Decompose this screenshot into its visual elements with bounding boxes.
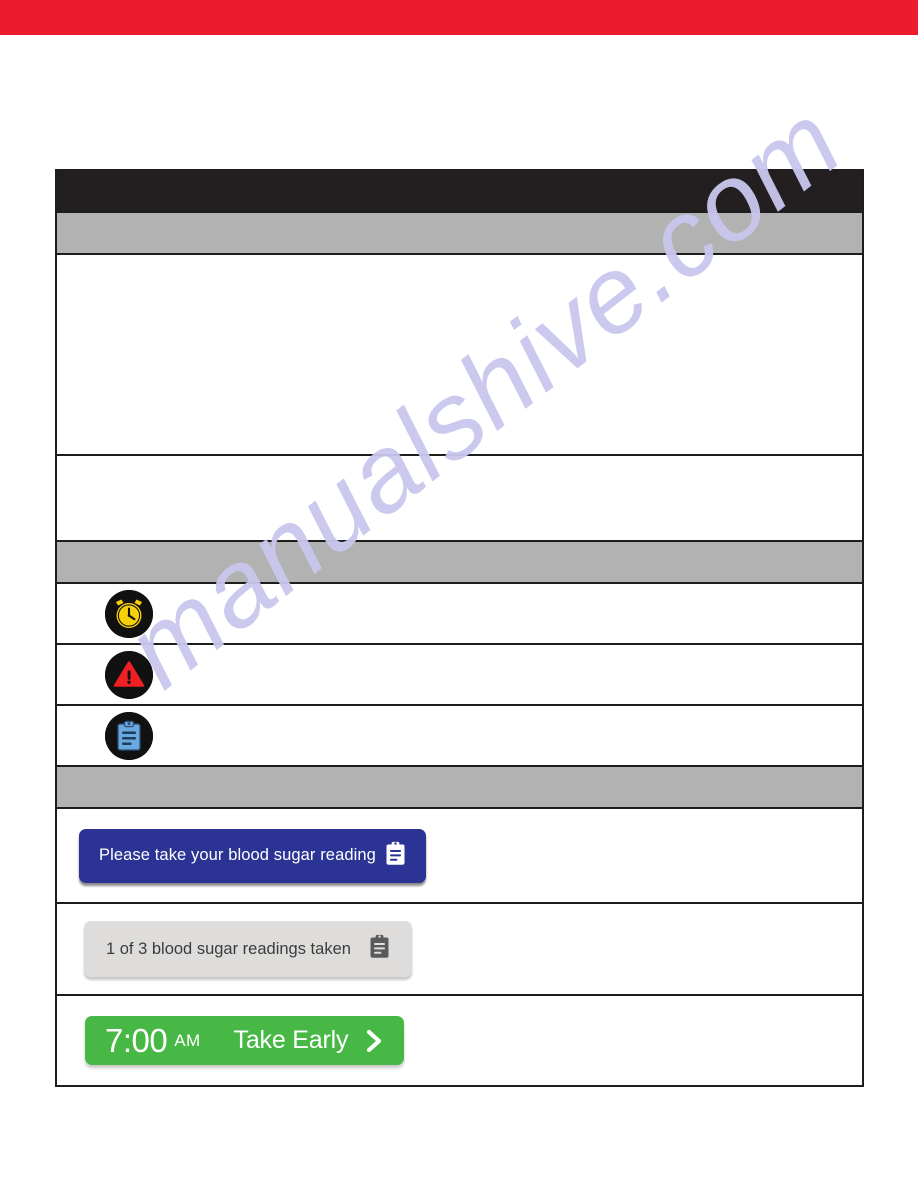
title-bar-cell [55, 169, 864, 213]
take-early-button[interactable]: 7:00 AM Take Early [85, 1016, 405, 1065]
top-red-banner [0, 0, 918, 35]
table-row-alarm-clock [55, 582, 864, 645]
table-row-green-button: 7:00 AM Take Early [55, 994, 864, 1087]
table-row-content-medium [55, 454, 864, 542]
specification-table: Please take your blood sugar reading 1 o… [55, 169, 864, 1087]
readings-taken-status-label: 1 of 3 blood sugar readings taken [106, 939, 351, 958]
clipboard-icon [369, 934, 390, 964]
gray-button-cell: 1 of 3 blood sugar readings taken [55, 902, 864, 996]
clipboard-cell [55, 704, 864, 767]
clipboard-icon [105, 711, 153, 760]
chevron-right-icon [364, 1027, 384, 1055]
readings-taken-status-button[interactable]: 1 of 3 blood sugar readings taken [84, 921, 412, 977]
alarm-clock-cell [55, 582, 864, 645]
table-row-section-bar-2 [55, 540, 864, 584]
table-row-content-tall [55, 253, 864, 456]
content-cell-tall [55, 253, 864, 456]
table-row-gray-button: 1 of 3 blood sugar readings taken [55, 902, 864, 996]
blue-button-cell: Please take your blood sugar reading [55, 807, 864, 904]
green-button-cell: 7:00 AM Take Early [55, 994, 864, 1087]
dose-meridiem: AM [174, 1030, 201, 1050]
table-row-title-bar [55, 169, 864, 213]
table-row-clipboard [55, 704, 864, 767]
table-row-warning [55, 643, 864, 706]
table-row-section-bar-3 [55, 765, 864, 809]
clipboard-icon [385, 841, 406, 871]
section-bar-cell-3 [55, 765, 864, 809]
content-cell-medium [55, 454, 864, 542]
warning-cell [55, 643, 864, 706]
dose-time: 7:00 [105, 1022, 168, 1059]
table-row-blue-button: Please take your blood sugar reading [55, 807, 864, 904]
section-bar-cell-1 [55, 211, 864, 255]
table-row-section-bar-1 [55, 211, 864, 255]
warning-triangle-icon [105, 650, 153, 699]
alarm-clock-icon [105, 589, 153, 638]
take-blood-sugar-reading-button[interactable]: Please take your blood sugar reading [79, 828, 426, 883]
take-early-label: Take Early [233, 1026, 349, 1054]
take-blood-sugar-reading-label: Please take your blood sugar reading [99, 846, 376, 864]
section-bar-cell-2 [55, 540, 864, 584]
